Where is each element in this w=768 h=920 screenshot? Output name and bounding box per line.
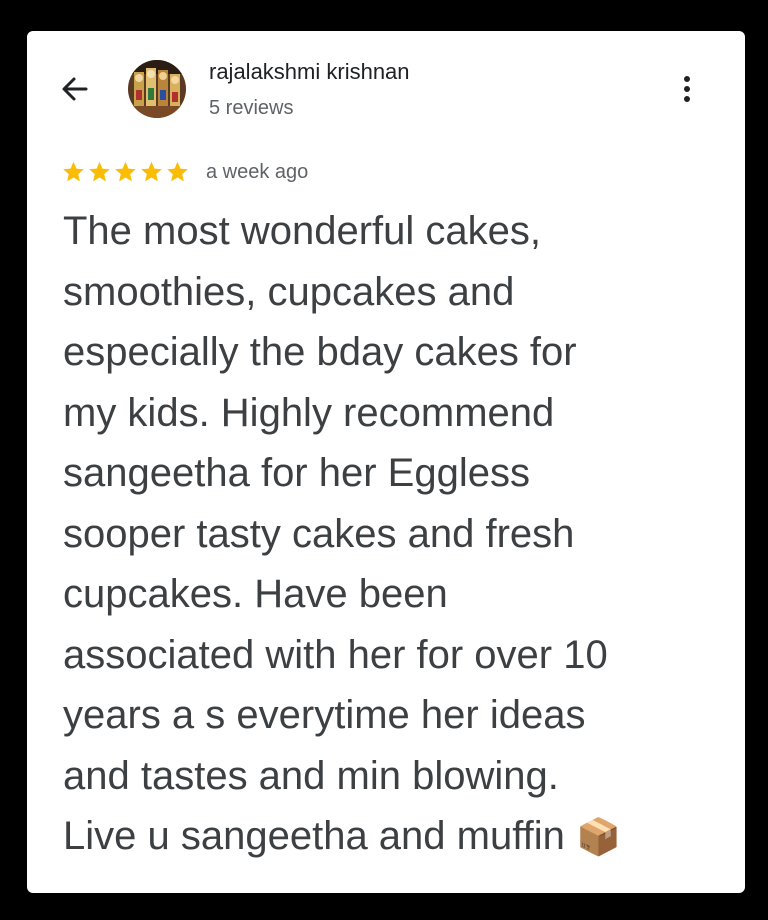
reviewer-name[interactable]: rajalakshmi krishnan [209, 59, 410, 85]
review-text: The most wonderful cakes, smoothies, cup… [63, 201, 713, 869]
rating-row: a week ago [61, 159, 308, 185]
package-emoji: 📦 [575, 817, 621, 858]
back-button[interactable] [57, 71, 93, 107]
review-body: The most wonderful cakes, smoothies, cup… [63, 209, 608, 858]
profile-photo [128, 60, 186, 118]
review-count: 5 reviews [209, 97, 294, 119]
star-rating [61, 160, 190, 184]
more-options-button[interactable] [673, 71, 701, 107]
star-icon [141, 161, 162, 182]
more-vert-icon [684, 76, 690, 102]
avatar[interactable] [128, 60, 186, 118]
arrow-left-icon [62, 77, 88, 101]
review-time: a week ago [206, 160, 309, 183]
star-icon [167, 161, 188, 182]
star-icon [89, 161, 110, 182]
star-icon [63, 161, 84, 182]
star-icon [115, 161, 136, 182]
review-card: rajalakshmi krishnan 5 reviews a week ag… [27, 31, 745, 893]
